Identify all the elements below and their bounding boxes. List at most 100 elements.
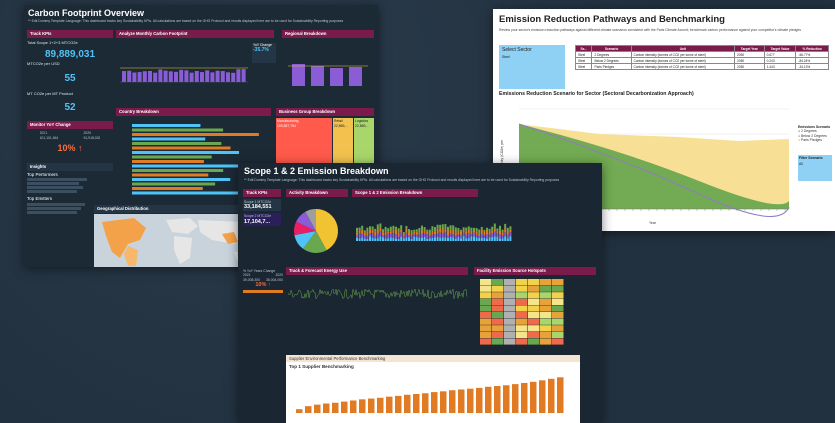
stacked-segment bbox=[374, 238, 377, 241]
scope-yoy: % YoY Years Change 2021 2020 39,008,300 … bbox=[243, 269, 283, 294]
stacked-segment bbox=[434, 234, 436, 238]
stacked-segment bbox=[366, 235, 369, 239]
monitor-header: Monitor YoY Change bbox=[27, 121, 113, 130]
heatmap-cell bbox=[552, 331, 564, 338]
monthly-bar bbox=[236, 69, 241, 82]
heatmap-cell bbox=[528, 318, 540, 325]
stacked-segment bbox=[465, 227, 468, 232]
filter-value: All bbox=[799, 162, 803, 167]
heatmap-cell bbox=[540, 338, 552, 345]
heatmap-cell bbox=[516, 338, 528, 345]
stacked-segment bbox=[465, 234, 468, 239]
emission-breakdown-card: Scope 1 & 2 Emission Breakdown bbox=[352, 189, 594, 261]
stacked-segment bbox=[444, 237, 447, 241]
table-row[interactable]: Steel Paris Pledges Carbon intensity (to… bbox=[574, 63, 829, 70]
stacked-segment bbox=[436, 233, 439, 238]
stacked-segment bbox=[501, 229, 504, 233]
breakdown-header: Scope 1 & 2 Emission Breakdown bbox=[352, 189, 478, 197]
stacked-segment bbox=[428, 233, 431, 236]
supplier-bar bbox=[314, 404, 321, 413]
heatmap-cell bbox=[528, 279, 540, 286]
heatmap-cell bbox=[552, 305, 564, 312]
heatmap-cell bbox=[540, 312, 552, 319]
total-emissions-label: Total Scope 1+2+3 MTCO2e bbox=[27, 41, 78, 45]
stacked-segment bbox=[470, 236, 473, 241]
country-bar bbox=[132, 133, 259, 136]
stacked-segment bbox=[478, 229, 481, 234]
heatmap-cell bbox=[516, 279, 528, 286]
stacked-segment bbox=[454, 235, 457, 239]
supplier-bar bbox=[296, 409, 303, 413]
heatmap-cell bbox=[492, 331, 504, 338]
stacked-segment bbox=[384, 238, 387, 241]
stacked-segment bbox=[389, 233, 392, 238]
heatmap-cell bbox=[516, 312, 528, 319]
heatmap-cell bbox=[540, 325, 552, 332]
stacked-segment bbox=[504, 236, 507, 241]
stacked-segment bbox=[363, 235, 366, 239]
stacked-segment bbox=[491, 236, 494, 241]
stacked-segment bbox=[387, 231, 390, 234]
stacked-segment bbox=[397, 236, 400, 239]
heatmap-cell bbox=[540, 279, 552, 286]
supplier-bar bbox=[386, 396, 393, 413]
stacked-segment bbox=[379, 223, 382, 228]
heatmap-cell bbox=[504, 325, 516, 332]
stacked-segment bbox=[371, 229, 374, 234]
stacked-segment bbox=[376, 229, 379, 234]
country-bar bbox=[132, 178, 231, 181]
stacked-segment bbox=[480, 233, 483, 238]
stacked-segment bbox=[400, 225, 403, 230]
country-bar bbox=[132, 128, 224, 132]
stacked-segment bbox=[441, 233, 444, 238]
monthly-bar bbox=[163, 70, 168, 82]
stacked-segment bbox=[408, 235, 410, 238]
regional-header: Regional Breakdown bbox=[282, 30, 374, 38]
stacked-segment bbox=[499, 225, 501, 231]
stacked-segment bbox=[402, 236, 405, 239]
monthly-bar bbox=[132, 72, 137, 82]
mt-product-value: 52 bbox=[64, 102, 76, 114]
heatmap-cell bbox=[528, 285, 540, 292]
stacked-segment bbox=[501, 235, 504, 239]
stacked-segment bbox=[436, 237, 439, 241]
stacked-segment bbox=[426, 234, 429, 239]
stacked-segment bbox=[423, 236, 426, 241]
filter-scenario-box[interactable]: Filter Scenario All bbox=[798, 155, 832, 181]
legend-item-paris[interactable]: ● Paris Pledges bbox=[798, 138, 834, 142]
stacked-segment bbox=[504, 223, 507, 229]
monthly-bar bbox=[189, 72, 194, 82]
heatmap-cell bbox=[492, 318, 504, 325]
heatmap-cell bbox=[528, 305, 540, 312]
stacked-segment bbox=[452, 229, 455, 235]
stacked-segment bbox=[421, 230, 423, 234]
heatmap-cell bbox=[552, 338, 564, 345]
stacked-segment bbox=[493, 228, 496, 232]
stacked-segment bbox=[356, 237, 358, 241]
stacked-breakdown-chart bbox=[356, 223, 512, 241]
stacked-segment bbox=[402, 234, 405, 237]
scenario-table: Se... Scenario Unit Target Year Target V… bbox=[574, 45, 829, 70]
monthly-bar bbox=[194, 71, 199, 82]
scope-kpi-header: Track KPIs bbox=[243, 189, 281, 197]
stacked-segment bbox=[454, 227, 457, 233]
stacked-segment bbox=[441, 237, 444, 241]
heatmap-cell bbox=[492, 279, 504, 286]
scope-subtitle: ** Edit Dummy Template Language: This da… bbox=[244, 178, 560, 182]
stacked-segment bbox=[371, 233, 374, 238]
stacked-segment bbox=[384, 235, 387, 239]
monthly-bar bbox=[122, 71, 126, 82]
stacked-segment bbox=[413, 234, 416, 237]
stacked-segment bbox=[405, 228, 408, 233]
stacked-segment bbox=[506, 234, 509, 239]
stacked-segment bbox=[491, 230, 494, 234]
select-sector-box[interactable]: Select Sector Steel bbox=[499, 45, 565, 89]
monthly-bar bbox=[210, 72, 215, 82]
supplier-bar bbox=[305, 406, 312, 413]
stacked-segment bbox=[405, 225, 408, 229]
stacked-segment bbox=[423, 232, 426, 237]
stacked-segment bbox=[439, 228, 442, 233]
stacked-segment bbox=[493, 223, 496, 229]
select-sector-label: Select Sector bbox=[502, 47, 532, 53]
stacked-segment bbox=[465, 231, 468, 235]
